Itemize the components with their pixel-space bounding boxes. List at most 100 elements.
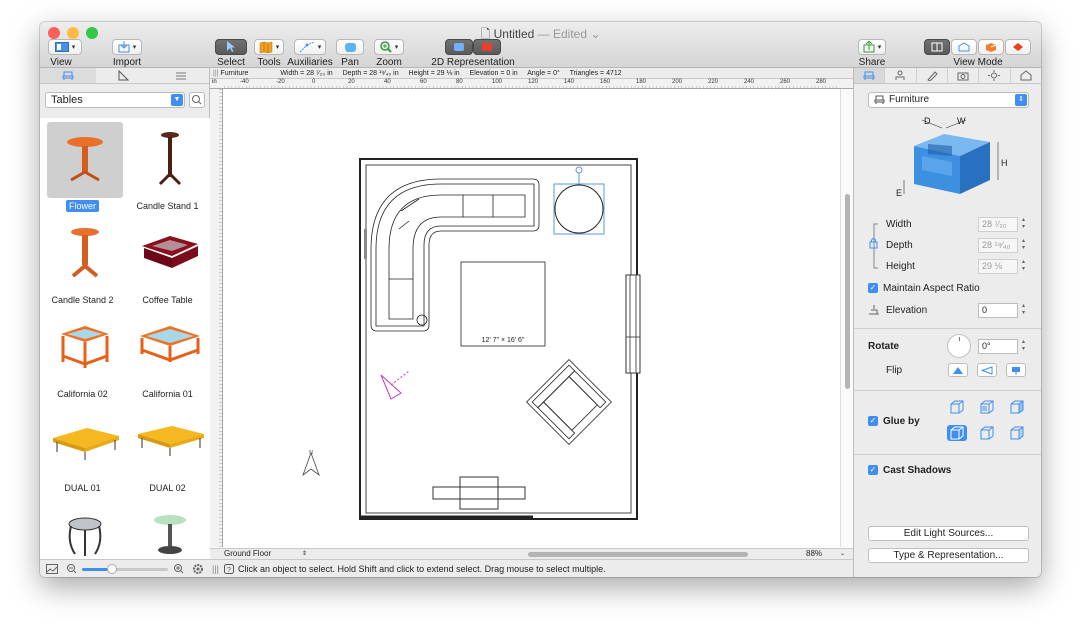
cast-shadows-checkbox[interactable]: ✓ <box>868 465 878 475</box>
flip-both-button[interactable] <box>1006 363 1026 377</box>
zoom-button[interactable]: ▾ <box>374 39 404 55</box>
select-button[interactable] <box>215 39 247 55</box>
elevation-stepper[interactable]: ▴ ▾ <box>1020 303 1027 318</box>
representation-label: 2D Representation <box>431 57 515 68</box>
width-field[interactable]: 28 ⁷⁄₂₀ <box>978 217 1018 232</box>
selection-info-bar: ||| Furniture Width = 28 ⁷⁄₂₀ in Depth =… <box>210 68 853 79</box>
category-select[interactable]: Tables ▼ <box>45 92 185 108</box>
search-button[interactable] <box>189 92 205 108</box>
horizontal-scroll-thumb[interactable] <box>528 552 748 557</box>
item-thumbnail <box>47 122 123 198</box>
glue-bottom-button[interactable] <box>947 425 967 441</box>
glue-front-button[interactable] <box>1007 399 1027 415</box>
library-item-metal-table[interactable] <box>40 496 125 559</box>
vertical-scroll-thumb[interactable] <box>845 194 850 389</box>
compass-icon[interactable]: N <box>302 450 320 477</box>
armchair[interactable] <box>526 359 612 445</box>
auxiliaries-button[interactable]: ▾ <box>294 39 326 55</box>
section-divider <box>854 328 1041 329</box>
pan-button[interactable] <box>336 39 364 55</box>
lock-icon[interactable] <box>868 236 880 250</box>
floor-select[interactable]: Ground Floor ⇕ <box>224 549 314 559</box>
cube-top-icon <box>950 400 964 414</box>
tab-light[interactable] <box>979 68 1011 83</box>
view-mode-elevation-button[interactable] <box>951 39 977 55</box>
door-left[interactable] <box>364 229 367 259</box>
glue-side-button[interactable] <box>977 399 997 415</box>
coffee-table-icon <box>142 236 198 268</box>
flip-vertical-button[interactable] <box>977 363 997 377</box>
cast-shadows-label: Cast Shadows <box>883 465 952 476</box>
slider-knob[interactable] <box>107 564 117 574</box>
zoom-in-icon[interactable] <box>173 563 185 575</box>
tab-materials[interactable] <box>917 68 948 83</box>
view-mode-render-button[interactable] <box>1005 39 1031 55</box>
ruler-label: 20 <box>348 79 355 85</box>
rug[interactable] <box>460 261 546 347</box>
zoom-select[interactable]: 88% ⌄ <box>806 549 850 559</box>
library-item-dual-02[interactable]: DUAL 02 <box>125 402 210 496</box>
maintain-aspect-label: Maintain Aspect Ratio <box>883 283 980 294</box>
depth-stepper[interactable]: ▴ ▾ <box>1020 238 1027 253</box>
tools-button[interactable]: ▾ <box>254 39 284 55</box>
share-button[interactable]: ▾ <box>858 39 886 55</box>
maintain-aspect-checkbox[interactable]: ✓ <box>868 283 878 293</box>
library-item-pedestal-table[interactable] <box>125 496 210 559</box>
edit-light-sources-button[interactable]: Edit Light Sources... <box>868 526 1029 541</box>
width-stepper[interactable]: ▴ ▾ <box>1020 217 1027 232</box>
library-item-california-01[interactable]: California 01 <box>125 308 210 402</box>
tab-furniture-library[interactable] <box>40 68 97 83</box>
glue-back-button[interactable] <box>977 425 997 441</box>
rotate-stepper[interactable]: ▴ ▾ <box>1020 339 1027 354</box>
glue-right-button[interactable] <box>1007 425 1027 441</box>
thumbnail-size-slider[interactable] <box>82 564 168 574</box>
gear-icon[interactable] <box>192 563 204 575</box>
library-item-candle-stand-2[interactable]: Candle Stand 2 <box>40 214 125 308</box>
tab-materials-library[interactable] <box>96 68 152 83</box>
view-button[interactable]: ▾ <box>48 39 82 55</box>
tab-figure[interactable] <box>885 68 917 83</box>
height-stepper[interactable]: ▴ ▾ <box>1020 259 1027 274</box>
glue-by-checkbox[interactable]: ✓ <box>868 416 878 426</box>
ruler-label: 120 <box>528 79 539 85</box>
rotate-handle[interactable] <box>575 166 583 174</box>
library-item-california-02[interactable]: California 02 <box>40 308 125 402</box>
zoom-out-icon[interactable] <box>66 563 78 575</box>
chevron-updown-icon: ⇕ <box>1015 94 1027 106</box>
2d-representation-button[interactable] <box>445 39 473 55</box>
flip-horizontal-button[interactable] <box>948 363 968 377</box>
tab-camera[interactable] <box>948 68 980 83</box>
selected-round-table[interactable] <box>553 166 605 235</box>
type-representation-button[interactable]: Type & Representation... <box>868 548 1029 563</box>
glue-top-button[interactable] <box>947 399 967 415</box>
sectional-sofa[interactable] <box>370 178 540 332</box>
dimension-preview: D W H E <box>896 116 1008 198</box>
floor-plan-canvas[interactable]: 12' 7" × 16' 6" N <box>223 89 840 547</box>
view-mode-plan-button[interactable] <box>924 39 950 55</box>
library-item-dual-01[interactable]: DUAL 01 <box>40 402 125 496</box>
library-item-coffee-table[interactable]: Coffee Table <box>125 214 210 308</box>
vertical-scrollbar[interactable] <box>840 89 853 547</box>
tab-list-library[interactable] <box>153 68 209 83</box>
tab-object-settings[interactable] <box>854 68 886 83</box>
library-item-candle-stand-1[interactable]: Candle Stand 1 <box>125 120 210 214</box>
floor-value: Ground Floor <box>224 549 272 558</box>
list-icon <box>175 72 186 79</box>
opening-bottom-outer[interactable] <box>432 486 526 500</box>
elevation-field[interactable]: 0 <box>978 303 1018 318</box>
tab-building[interactable] <box>1011 68 1041 83</box>
vertical-ruler-ticks <box>210 89 223 547</box>
library-item-flower[interactable]: Flower <box>40 120 125 214</box>
object-type-select[interactable]: Furniture ⇕ <box>868 92 1029 108</box>
rotate-dial[interactable] <box>947 334 971 358</box>
image-icon[interactable] <box>46 564 58 574</box>
3d-representation-button[interactable] <box>473 39 501 55</box>
rotate-field[interactable]: 0° <box>978 339 1018 354</box>
view-mode-3d-button[interactable] <box>978 39 1004 55</box>
camera-marker[interactable] <box>380 370 410 400</box>
status-bar: ||| ? Click an object to select. Hold Sh… <box>210 559 853 577</box>
window-right[interactable] <box>625 274 641 374</box>
depth-field[interactable]: 28 ¹⁹⁄₄₀ <box>978 238 1018 253</box>
import-button[interactable]: ▾ <box>112 39 142 55</box>
height-field[interactable]: 29 ⅛ <box>978 259 1018 274</box>
